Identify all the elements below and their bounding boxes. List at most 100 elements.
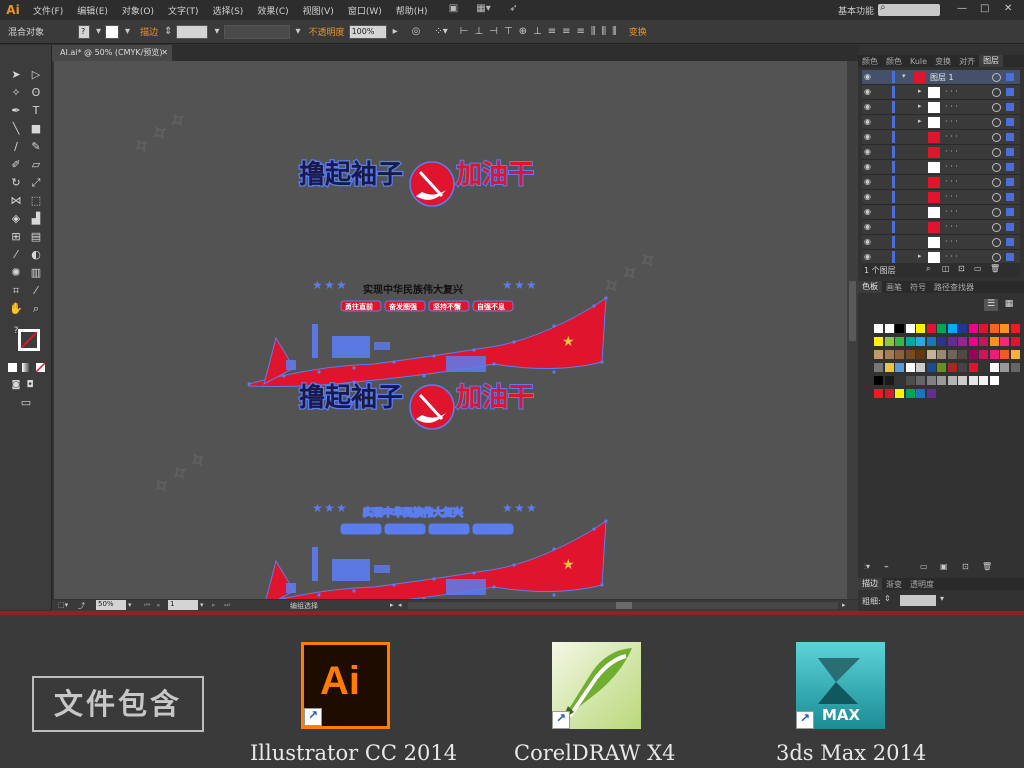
rectangle-tool-icon[interactable]: ■ — [28, 121, 44, 137]
visibility-eye-icon[interactable]: ◉ — [864, 222, 874, 231]
color-swatch[interactable] — [905, 376, 915, 385]
color-swatch[interactable] — [947, 376, 957, 385]
tab-color[interactable]: 颜色 — [858, 56, 882, 67]
gpu-icon[interactable]: ➶ — [503, 3, 525, 17]
recolor-icon[interactable]: ◎ — [412, 26, 421, 37]
color-swatch[interactable] — [979, 350, 988, 359]
selection-indicator[interactable] — [1006, 148, 1014, 156]
menu-file[interactable]: 文件(F) — [26, 4, 70, 17]
artboard-tool-icon[interactable]: ⌗ — [8, 283, 24, 299]
color-swatch[interactable] — [905, 324, 915, 333]
color-swatch[interactable] — [884, 376, 894, 385]
distribute-vcenter-icon[interactable]: ≡ — [562, 26, 570, 37]
thumbnail-view-icon[interactable]: ▦ — [1002, 299, 1016, 311]
color-swatch[interactable] — [968, 337, 978, 346]
target-icon[interactable] — [992, 148, 1001, 157]
swatch-options-icon[interactable]: ▭ — [920, 562, 928, 571]
symbol-sprayer-icon[interactable]: ✺ — [8, 265, 24, 281]
pen-tool-icon[interactable]: ✒ — [8, 103, 24, 119]
color-swatch[interactable] — [937, 337, 946, 346]
menu-help[interactable]: 帮助(H) — [389, 4, 435, 17]
chevron-down-icon[interactable]: ▾ — [96, 26, 101, 37]
color-swatch[interactable] — [926, 376, 936, 385]
color-swatch[interactable] — [979, 337, 988, 346]
target-icon[interactable] — [992, 178, 1001, 187]
color-swatch[interactable] — [958, 337, 967, 346]
selection-indicator[interactable] — [1006, 163, 1014, 171]
first-page-icon[interactable]: ⏮ — [144, 601, 150, 610]
color-swatch[interactable] — [989, 376, 999, 385]
color-swatch[interactable] — [874, 337, 883, 346]
selection-indicator[interactable] — [1006, 133, 1014, 141]
color-swatch[interactable] — [895, 350, 904, 359]
color-swatch[interactable] — [1010, 324, 1020, 333]
target-icon[interactable] — [992, 133, 1001, 142]
color-swatch[interactable] — [979, 324, 988, 333]
show-swatch-kinds-icon[interactable]: ⌁ — [884, 562, 889, 571]
color-swatch[interactable] — [926, 324, 936, 333]
selection-indicator[interactable] — [1006, 223, 1014, 231]
target-icon[interactable] — [992, 103, 1001, 112]
tab-gradient[interactable]: 渐变 — [882, 579, 906, 590]
sublayer-row[interactable]: ◉ ▸ · · · — [862, 100, 1020, 115]
hscroll-right-icon[interactable]: ▸ — [842, 601, 846, 609]
target-icon[interactable] — [992, 118, 1001, 127]
color-swatch[interactable] — [947, 363, 957, 372]
color-swatch[interactable] — [905, 363, 915, 372]
tab-kuler[interactable]: Kule — [906, 57, 931, 66]
align-left-icon[interactable]: ⊢ — [460, 26, 469, 37]
slice-tool-icon[interactable]: ⁄ — [28, 283, 44, 299]
distribute-right-icon[interactable]: ⫼ — [612, 26, 617, 37]
zoom-dropdown-icon[interactable]: ▾ — [128, 601, 132, 609]
layer-name[interactable]: 图层 1 — [930, 72, 954, 83]
swatch-libraries-icon[interactable]: ⫶▾ — [864, 562, 870, 572]
color-swatch[interactable] — [968, 363, 978, 372]
tab-symbols[interactable]: 符号 — [906, 282, 930, 293]
color-swatch[interactable] — [926, 337, 936, 346]
chevron-down-icon[interactable]: ▾ — [125, 26, 130, 37]
width-tool-icon[interactable]: ⋈ — [8, 193, 24, 209]
color-swatch[interactable] — [979, 376, 988, 385]
sublayer-name[interactable]: · · · — [945, 87, 958, 96]
visibility-eye-icon[interactable]: ◉ — [864, 162, 874, 171]
visibility-eye-icon[interactable]: ◉ — [864, 72, 874, 81]
color-swatch[interactable] — [916, 389, 925, 398]
sublayer-name[interactable]: · · · — [945, 102, 958, 111]
stroke-color-swatch[interactable] — [105, 24, 120, 39]
sublayer-name[interactable]: · · · — [945, 207, 958, 216]
selection-indicator[interactable] — [1006, 253, 1014, 261]
color-swatch[interactable] — [916, 324, 925, 333]
menu-window[interactable]: 窗口(W) — [341, 4, 389, 17]
color-swatch[interactable] — [884, 324, 894, 333]
align-bottom-icon[interactable]: ⊥ — [533, 26, 542, 37]
selection-indicator[interactable] — [1006, 118, 1014, 126]
color-swatch[interactable] — [905, 350, 915, 359]
color-swatch[interactable] — [958, 350, 967, 359]
sublayer-row[interactable]: ◉ ▸ · · · — [862, 115, 1020, 130]
sublayer-name[interactable]: · · · — [945, 177, 958, 186]
target-icon[interactable] — [992, 193, 1001, 202]
scrollbar-thumb[interactable] — [849, 281, 856, 341]
bridge-icon[interactable]: ▣ — [443, 3, 465, 17]
sublayer-row[interactable]: ◉ · · · — [862, 145, 1020, 160]
color-swatch[interactable] — [884, 337, 894, 346]
target-icon[interactable] — [992, 223, 1001, 232]
eyedropper-icon[interactable]: ⁄ — [8, 247, 24, 263]
color-swatch[interactable] — [937, 350, 946, 359]
color-swatch[interactable] — [1010, 363, 1020, 372]
sublayer-name[interactable]: · · · — [945, 132, 958, 141]
color-swatch[interactable] — [1000, 363, 1009, 372]
color-swatch[interactable] — [874, 324, 883, 333]
sublayer-row[interactable]: ◉ · · · — [862, 175, 1020, 190]
magic-wand-icon[interactable]: ✧ — [8, 85, 24, 101]
next-page-icon[interactable]: ▸ — [212, 601, 216, 609]
target-icon[interactable] — [992, 238, 1001, 247]
color-swatch[interactable] — [895, 324, 904, 333]
perspective-grid-icon[interactable]: ▟ — [28, 211, 44, 227]
align-right-icon[interactable]: ⊣ — [489, 26, 498, 37]
color-swatch[interactable] — [937, 376, 946, 385]
chevron-right-icon[interactable]: ▸ — [393, 26, 398, 37]
expand-arrow-icon[interactable]: ▸ — [918, 102, 922, 110]
menu-edit[interactable]: 编辑(E) — [70, 4, 115, 17]
close-button[interactable]: ✕ — [1004, 3, 1012, 14]
